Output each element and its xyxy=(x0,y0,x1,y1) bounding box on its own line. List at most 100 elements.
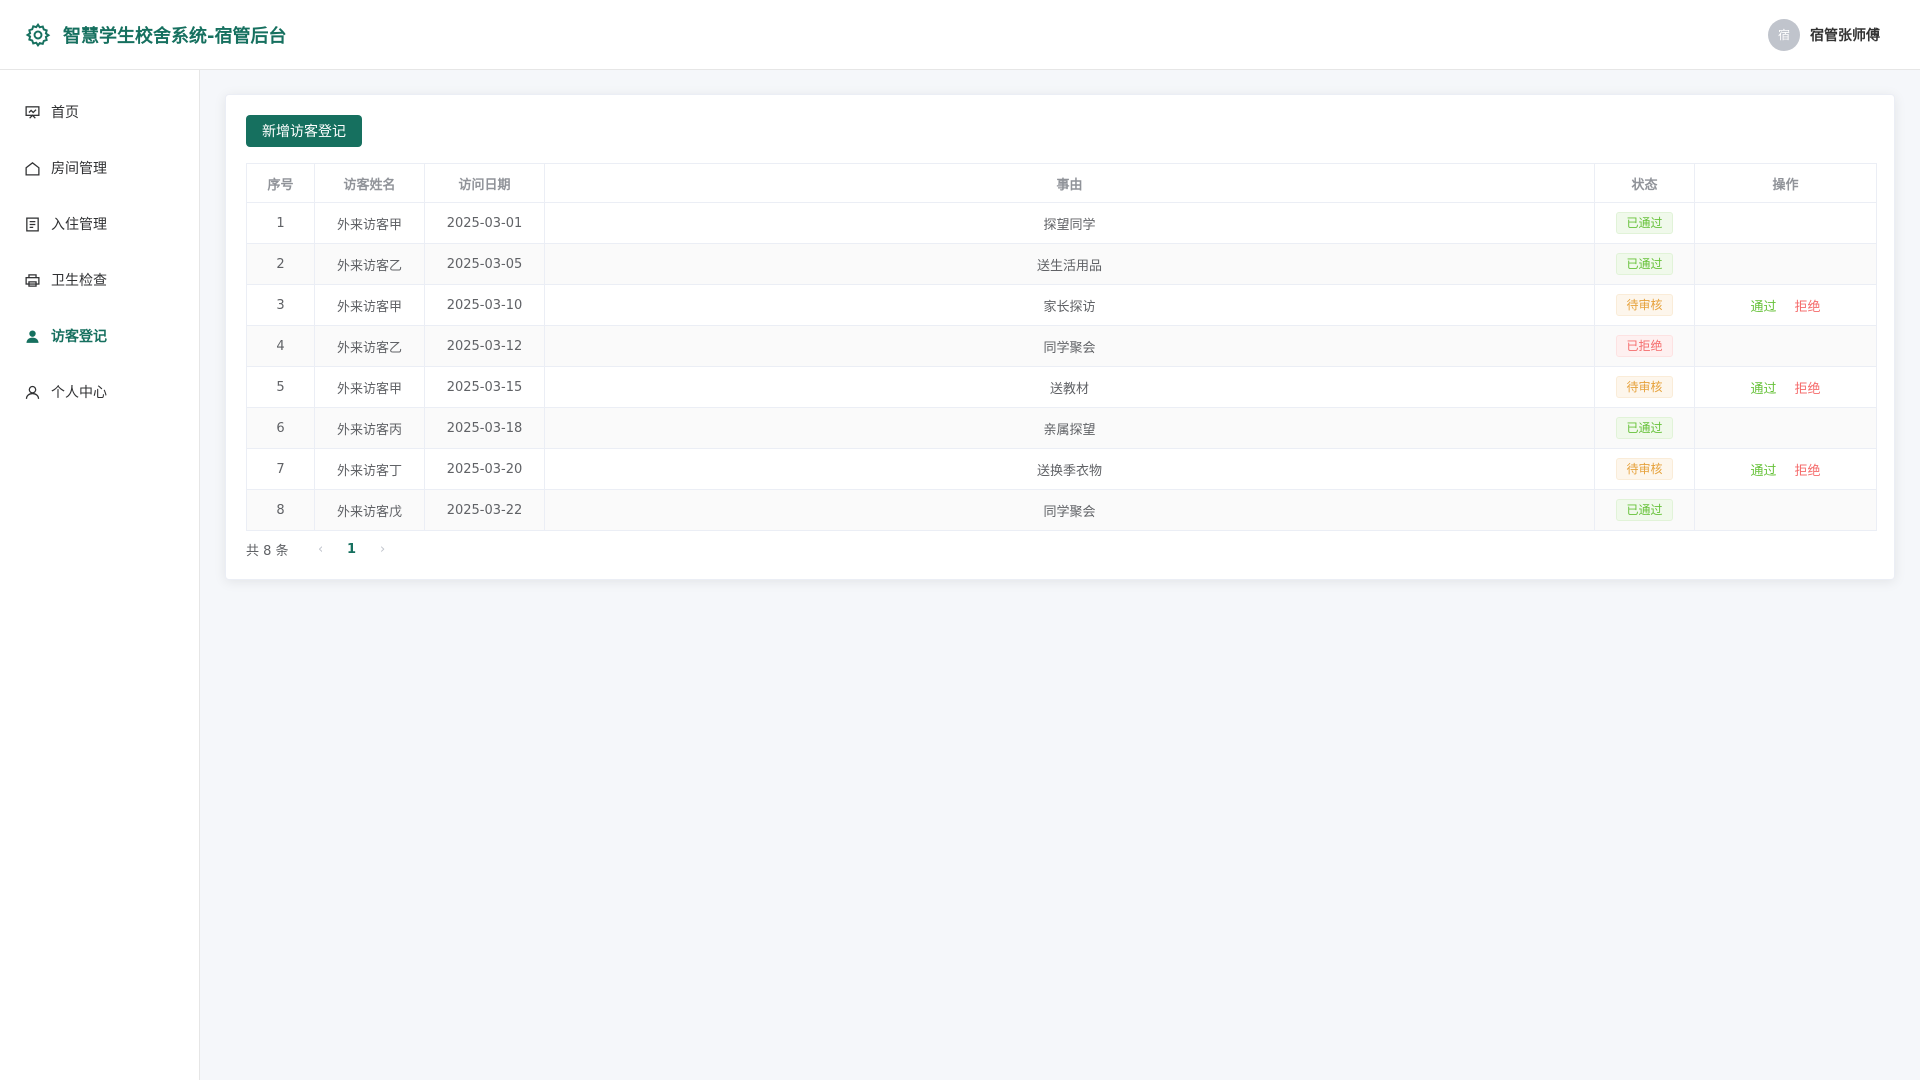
sidebar-item-home[interactable]: 首页 xyxy=(0,84,199,140)
table-row: 2 外来访客乙 2025-03-05 送生活用品 已通过 xyxy=(246,243,1877,285)
table-row: 4 外来访客乙 2025-03-12 同学聚会 已拒绝 xyxy=(246,325,1877,367)
cell-reason: 探望同学 xyxy=(544,202,1595,244)
visitor-card: 新增访客登记 序号 访客姓名 访问日期 事由 状态 操作 1 外来访客甲 2025-… xyxy=(225,94,1895,580)
pagination: 共 8 条 ‹ 1 › xyxy=(246,539,1874,559)
cell-reason: 送生活用品 xyxy=(544,243,1595,285)
cell-visit-date: 2025-03-05 xyxy=(424,243,545,285)
cell-no: 7 xyxy=(246,448,315,490)
cell-no: 5 xyxy=(246,366,315,408)
sidebar-item-label: 入住管理 xyxy=(51,217,107,233)
cell-visitor-name: 外来访客戊 xyxy=(314,489,425,531)
cell-visitor-name: 外来访客丙 xyxy=(314,407,425,449)
sidebar-item-label: 房间管理 xyxy=(51,161,107,177)
cell-reason: 同学聚会 xyxy=(544,489,1595,531)
user-menu[interactable]: 宿 宿管张师傅 xyxy=(1768,18,1895,51)
table-header-row: 序号 访客姓名 访问日期 事由 状态 操作 xyxy=(246,163,1877,203)
prev-page-button[interactable]: ‹ xyxy=(307,542,335,557)
cell-actions xyxy=(1694,325,1877,367)
sidebar-item-label: 个人中心 xyxy=(51,385,107,401)
sidebar: 首页 房间管理 入住管理 卫生检查 访客登记 个人中心 xyxy=(0,70,200,1080)
cell-reason: 送换季衣物 xyxy=(544,448,1595,490)
cell-visit-date: 2025-03-10 xyxy=(424,284,545,326)
column-header-status: 状态 xyxy=(1594,163,1695,203)
cell-visitor-name: 外来访客甲 xyxy=(314,202,425,244)
cell-status: 已通过 xyxy=(1594,489,1695,531)
cell-visitor-name: 外来访客乙 xyxy=(314,243,425,285)
column-header-actions: 操作 xyxy=(1694,163,1877,203)
column-header-no: 序号 xyxy=(246,163,315,203)
cell-no: 8 xyxy=(246,489,315,531)
avatar[interactable]: 宿 xyxy=(1768,18,1800,51)
reject-button[interactable]: 拒绝 xyxy=(1795,464,1821,479)
user-icon xyxy=(24,384,41,401)
sidebar-item-label: 首页 xyxy=(51,105,79,121)
cell-visit-date: 2025-03-20 xyxy=(424,448,545,490)
cell-actions xyxy=(1694,243,1877,285)
approve-button[interactable]: 通过 xyxy=(1750,300,1776,315)
cell-actions xyxy=(1694,407,1877,449)
cell-status: 已通过 xyxy=(1594,202,1695,244)
cell-visitor-name: 外来访客甲 xyxy=(314,366,425,408)
cell-visitor-name: 外来访客丁 xyxy=(314,448,425,490)
cell-actions: 通过 拒绝 xyxy=(1694,366,1877,408)
reject-button[interactable]: 拒绝 xyxy=(1795,382,1821,397)
column-header-name: 访客姓名 xyxy=(314,163,425,203)
printer-icon xyxy=(24,272,41,289)
cell-no: 3 xyxy=(246,284,315,326)
top-header: 智慧学生校舍系统-宿管后台 宿 宿管张师傅 xyxy=(0,0,1920,70)
cell-reason: 家长探访 xyxy=(544,284,1595,326)
app-title: 智慧学生校舍系统-宿管后台 xyxy=(63,25,287,47)
gear-icon xyxy=(25,22,51,48)
sidebar-item-rooms[interactable]: 房间管理 xyxy=(0,140,199,196)
user-filled-icon xyxy=(24,328,41,345)
reject-button[interactable]: 拒绝 xyxy=(1795,300,1821,315)
sidebar-item-label: 卫生检查 xyxy=(51,273,107,289)
cell-visit-date: 2025-03-18 xyxy=(424,407,545,449)
brand: 智慧学生校舍系统-宿管后台 xyxy=(25,22,286,48)
table-row: 6 外来访客丙 2025-03-18 亲属探望 已通过 xyxy=(246,407,1877,449)
column-header-reason: 事由 xyxy=(544,163,1595,203)
cell-actions: 通过 拒绝 xyxy=(1694,448,1877,490)
cell-actions: 通过 拒绝 xyxy=(1694,284,1877,326)
cell-visit-date: 2025-03-12 xyxy=(424,325,545,367)
status-badge: 待审核 xyxy=(1616,294,1673,316)
home-chart-icon xyxy=(24,104,41,121)
cell-visitor-name: 外来访客乙 xyxy=(314,325,425,367)
add-visitor-button[interactable]: 新增访客登记 xyxy=(246,115,362,147)
sidebar-item-profile[interactable]: 个人中心 xyxy=(0,364,199,420)
status-badge: 已通过 xyxy=(1616,499,1673,521)
user-name[interactable]: 宿管张师傅 xyxy=(1810,25,1880,45)
page-number[interactable]: 1 xyxy=(335,542,369,557)
table-row: 1 外来访客甲 2025-03-01 探望同学 已通过 xyxy=(246,202,1877,244)
cell-no: 4 xyxy=(246,325,315,367)
column-header-date: 访问日期 xyxy=(424,163,545,203)
sidebar-item-label: 访客登记 xyxy=(51,329,107,345)
cell-visitor-name: 外来访客甲 xyxy=(314,284,425,326)
approve-button[interactable]: 通过 xyxy=(1750,464,1776,479)
status-badge: 待审核 xyxy=(1616,458,1673,480)
status-badge: 已拒绝 xyxy=(1616,335,1673,357)
cell-visit-date: 2025-03-22 xyxy=(424,489,545,531)
sidebar-item-hygiene[interactable]: 卫生检查 xyxy=(0,252,199,308)
sidebar-item-visitors[interactable]: 访客登记 xyxy=(0,308,199,364)
cell-actions xyxy=(1694,202,1877,244)
approve-button[interactable]: 通过 xyxy=(1750,382,1776,397)
cell-actions xyxy=(1694,489,1877,531)
cell-status: 待审核 xyxy=(1594,366,1695,408)
main-content: 新增访客登记 序号 访客姓名 访问日期 事由 状态 操作 1 外来访客甲 2025-… xyxy=(200,70,1920,1080)
cell-visit-date: 2025-03-01 xyxy=(424,202,545,244)
cell-reason: 送教材 xyxy=(544,366,1595,408)
table-row: 8 外来访客戊 2025-03-22 同学聚会 已通过 xyxy=(246,489,1877,531)
table-row: 3 外来访客甲 2025-03-10 家长探访 待审核 通过 拒绝 xyxy=(246,284,1877,326)
status-badge: 已通过 xyxy=(1616,253,1673,275)
next-page-button[interactable]: › xyxy=(369,542,397,557)
cell-reason: 同学聚会 xyxy=(544,325,1595,367)
status-badge: 待审核 xyxy=(1616,376,1673,398)
cell-status: 已拒绝 xyxy=(1594,325,1695,367)
sidebar-item-checkin[interactable]: 入住管理 xyxy=(0,196,199,252)
status-badge: 已通过 xyxy=(1616,417,1673,439)
cell-status: 待审核 xyxy=(1594,284,1695,326)
cell-status: 待审核 xyxy=(1594,448,1695,490)
cell-reason: 亲属探望 xyxy=(544,407,1595,449)
cell-status: 已通过 xyxy=(1594,243,1695,285)
